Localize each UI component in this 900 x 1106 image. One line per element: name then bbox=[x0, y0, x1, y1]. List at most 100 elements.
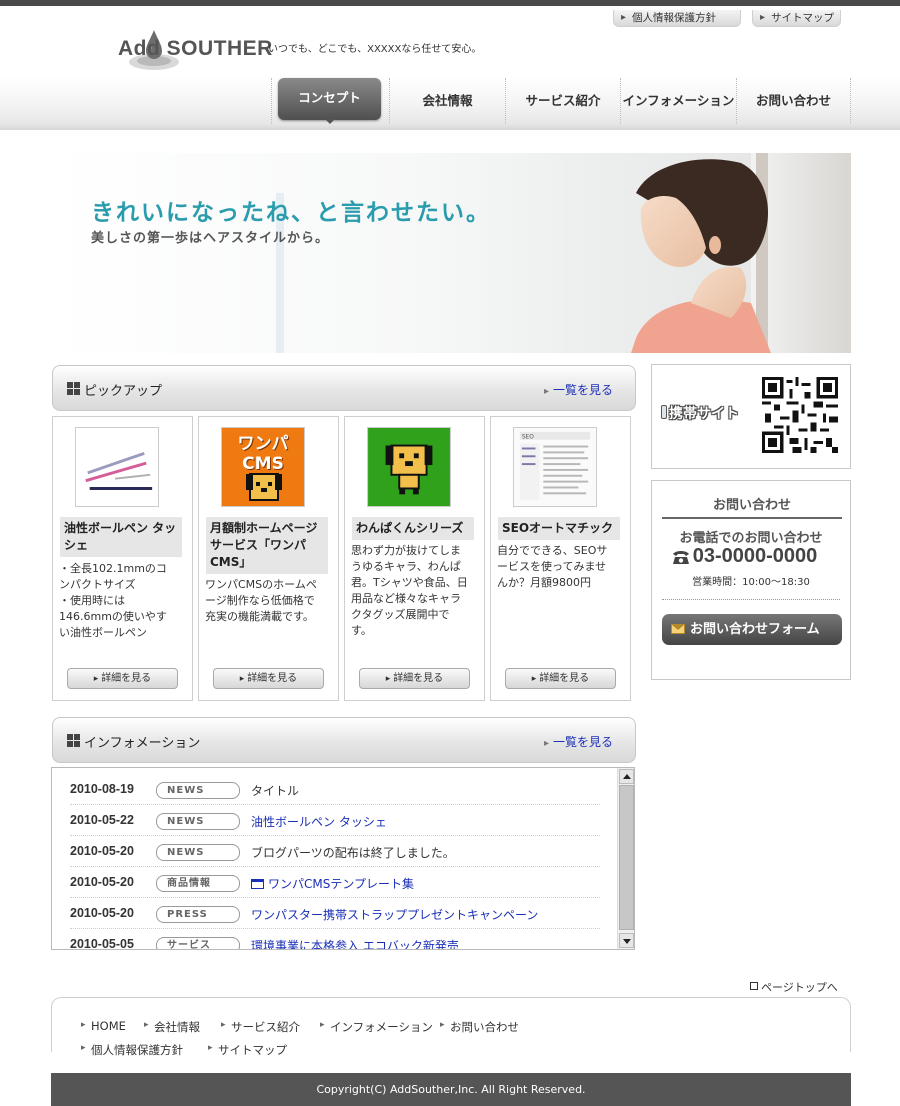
info-date: 2010-08-19 bbox=[70, 782, 134, 796]
divider bbox=[662, 599, 840, 600]
tagline: いつでも、どこでも、XXXXXなら任せて安心。 bbox=[268, 44, 482, 55]
nav-concept[interactable]: コンセプト bbox=[278, 78, 381, 120]
pickup-card-seo: SEO SEOオートマチック 自分でできる、SEOサービスを使ってみませんか？月… bbox=[490, 416, 631, 701]
info-date: 2010-05-05 bbox=[70, 937, 134, 950]
pickup-card-pen: 油性ボールペン タッシェ ・全長102.1mmのコンパクトサイズ ・使用時には1… bbox=[52, 416, 193, 701]
card-title[interactable]: わんぱくんシリーズ bbox=[352, 517, 474, 540]
home-icon bbox=[750, 982, 758, 990]
info-badge: NEWS bbox=[156, 844, 240, 861]
detail-button[interactable]: 詳細を見る bbox=[67, 668, 178, 689]
page-top-label: ページトップへ bbox=[761, 981, 838, 994]
info-link[interactable]: 油性ボールペン タッシェ bbox=[251, 813, 387, 830]
nav-company[interactable]: 会社情報 bbox=[389, 78, 505, 124]
card-desc: 自分でできる、SEOサービスを使ってみませんか？月額9800円 bbox=[497, 544, 608, 589]
list-item: 2010-05-20 商品情報 ワンパCMSテンプレート集 bbox=[70, 867, 600, 898]
footer-link-services[interactable]: サービス紹介 bbox=[221, 1019, 300, 1035]
grid-icon bbox=[67, 734, 80, 747]
detail-button[interactable]: 詳細を見る bbox=[505, 668, 616, 689]
footer-link-information[interactable]: インフォメーション bbox=[320, 1019, 433, 1035]
pickup-more-link[interactable]: 一覧を見る bbox=[544, 381, 613, 398]
info-badge: 商品情報 bbox=[156, 875, 240, 892]
card-desc: ・全長102.1mmのコンパクトサイズ ・使用時には146.6mmの使いやすい油… bbox=[59, 562, 167, 639]
footer-link-company[interactable]: 会社情報 bbox=[144, 1019, 200, 1035]
pickup-card-cms: ワンパCMS 月額制ホームページサービス「ワンパCMS」 ワンパCMSのホームペ… bbox=[198, 416, 339, 701]
cms-thumbnail[interactable]: ワンパCMS bbox=[221, 427, 305, 507]
info-badge: サービス bbox=[156, 937, 240, 949]
sitemap-link[interactable]: サイトマップ bbox=[752, 10, 841, 27]
svg-text:SEO: SEO bbox=[522, 435, 534, 441]
information-title: インフォメーション bbox=[84, 736, 201, 751]
hero-subheadline: 美しさの第一歩はヘアスタイルから。 bbox=[91, 231, 330, 246]
nav-contact[interactable]: お問い合わせ bbox=[736, 78, 851, 124]
contact-box: お問い合わせ お電話でのお問い合わせ 03-0000-0000 営業時間：10:… bbox=[651, 480, 851, 680]
card-desc: 思わず力が抜けてしまうゆるキャラ、わんぱ君。Tシャツや食品、日用品など様々なキャ… bbox=[351, 544, 468, 637]
footer-links: HOME 会社情報 サービス紹介 インフォメーション お問い合わせ 個人情報保護… bbox=[51, 997, 851, 1057]
info-date: 2010-05-22 bbox=[70, 813, 134, 827]
pickup-title: ピックアップ bbox=[84, 384, 163, 399]
footer-link-sitemap[interactable]: サイトマップ bbox=[208, 1042, 287, 1058]
card-title[interactable]: 月額制ホームページサービス「ワンパCMS」 bbox=[206, 517, 328, 574]
card-desc: ワンパCMSのホームページ制作なら低価格で充実の機能満載です。 bbox=[205, 578, 317, 623]
hero-banner: きれいになったね、と言わせたい。 美しさの第一歩はヘアスタイルから。 bbox=[51, 153, 851, 353]
scroll-down-icon[interactable] bbox=[619, 933, 634, 948]
detail-button[interactable]: 詳細を見る bbox=[213, 668, 324, 689]
hero-photo-illustration bbox=[276, 153, 851, 353]
info-link[interactable]: ワンパスター携帯ストラッププレゼントキャンペーン bbox=[251, 906, 538, 923]
pickup-card-wanpakun: わんぱくんシリーズ 思わず力が抜けてしまうゆるキャラ、わんぱ君。Tシャツや食品、… bbox=[344, 416, 485, 701]
information-more-link[interactable]: 一覧を見る bbox=[544, 733, 613, 750]
detail-button[interactable]: 詳細を見る bbox=[359, 668, 470, 689]
contact-hours: 営業時間：10:00〜18:30 bbox=[692, 577, 810, 588]
page-top-link[interactable]: ページトップへ bbox=[750, 979, 838, 995]
new-window-icon bbox=[251, 879, 264, 889]
dog-icon bbox=[246, 473, 282, 501]
information-header: インフォメーション 一覧を見る bbox=[52, 717, 636, 763]
nav-information[interactable]: インフォメーション bbox=[620, 78, 736, 124]
scrollbar[interactable] bbox=[617, 768, 634, 949]
info-link[interactable]: 環境事業に本格参入 エコバック新発売 bbox=[251, 937, 459, 949]
info-date: 2010-05-20 bbox=[70, 906, 134, 920]
pen-thumbnail[interactable] bbox=[75, 427, 159, 507]
card-title[interactable]: 油性ボールペン タッシェ bbox=[60, 517, 182, 557]
wanpakun-thumbnail[interactable] bbox=[367, 427, 451, 507]
list-item: 2010-05-20 PRESS ワンパスター携帯ストラッププレゼントキャンペー… bbox=[70, 898, 600, 929]
scroll-thumb[interactable] bbox=[619, 785, 634, 930]
footer-link-privacy[interactable]: 個人情報保護方針 bbox=[81, 1042, 183, 1058]
copyright: Copyright(C) AddSouther,Inc. All Right R… bbox=[51, 1073, 851, 1106]
list-item: 2010-08-19 NEWS タイトル bbox=[70, 774, 600, 805]
grid-icon bbox=[67, 382, 80, 395]
info-badge: PRESS bbox=[156, 906, 240, 923]
contact-title: お問い合わせ bbox=[662, 494, 842, 519]
card-title[interactable]: SEOオートマチック bbox=[498, 517, 620, 540]
header: 個人情報保護方針 サイトマップ Add SOUTHER いつでも、どこでも、XX… bbox=[0, 6, 900, 130]
info-text: タイトル bbox=[251, 784, 300, 798]
info-badge: NEWS bbox=[156, 813, 240, 830]
info-link-label: ワンパCMSテンプレート集 bbox=[268, 877, 414, 891]
nav-services[interactable]: サービス紹介 bbox=[505, 78, 620, 124]
info-badge: NEWS bbox=[156, 782, 240, 799]
information-list[interactable]: 2010-08-19 NEWS タイトル 2010-05-22 NEWS 油性ボ… bbox=[51, 767, 635, 950]
list-item: 2010-05-05 サービス 環境事業に本格参入 エコバック新発売 bbox=[70, 929, 600, 950]
nav-left-divider bbox=[271, 78, 272, 124]
logo-text[interactable]: Add SOUTHER bbox=[118, 37, 273, 61]
contact-phone-number[interactable]: 03-0000-0000 bbox=[670, 545, 840, 568]
qr-code-icon bbox=[762, 377, 838, 453]
pickup-header: ピックアップ 一覧を見る bbox=[52, 365, 636, 411]
footer-link-home[interactable]: HOME bbox=[81, 1019, 126, 1033]
mobile-phone-icon bbox=[661, 405, 667, 419]
info-text: ブログパーツの配布は終了しました。 bbox=[251, 846, 455, 860]
footer-link-contact[interactable]: お問い合わせ bbox=[440, 1019, 519, 1035]
mobile-site-box[interactable]: 携帯サイト bbox=[651, 364, 851, 469]
mail-icon bbox=[671, 624, 685, 634]
list-item: 2010-05-20 NEWS ブログパーツの配布は終了しました。 bbox=[70, 836, 600, 867]
info-date: 2010-05-20 bbox=[70, 875, 134, 889]
contact-form-label: お問い合わせフォーム bbox=[690, 622, 820, 637]
hero-headline: きれいになったね、と言わせたい。 bbox=[91, 200, 491, 226]
info-link[interactable]: ワンパCMSテンプレート集 bbox=[251, 875, 414, 892]
scroll-up-icon[interactable] bbox=[619, 769, 634, 784]
privacy-policy-link[interactable]: 個人情報保護方針 bbox=[613, 10, 741, 27]
info-date: 2010-05-20 bbox=[70, 844, 134, 858]
seo-thumbnail[interactable]: SEO bbox=[513, 427, 597, 507]
mobile-site-label: 携帯サイト bbox=[669, 406, 739, 422]
contact-phone-label: お電話でのお問い合わせ bbox=[679, 531, 823, 546]
contact-form-button[interactable]: お問い合わせフォーム bbox=[662, 614, 842, 645]
